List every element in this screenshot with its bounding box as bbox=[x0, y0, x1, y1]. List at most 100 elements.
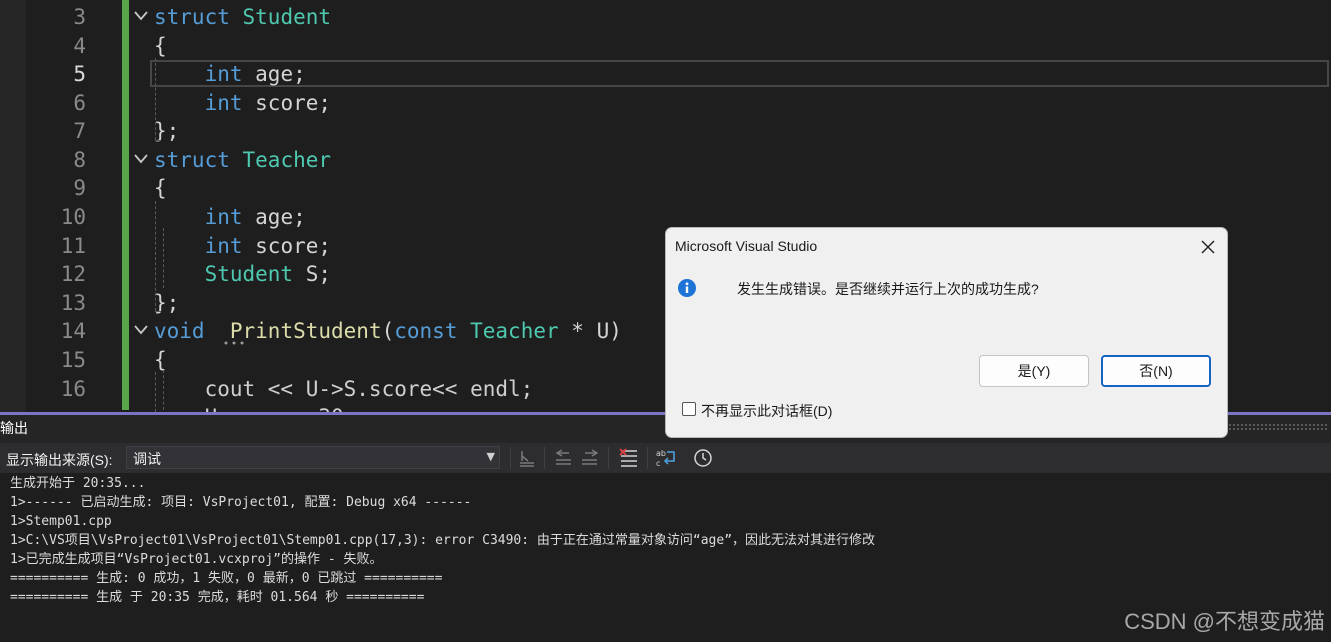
line-number: 16 bbox=[60, 377, 86, 401]
code-line: int age; bbox=[154, 203, 306, 231]
code-token: { bbox=[154, 176, 167, 200]
code-line: Student S; bbox=[154, 260, 331, 288]
dropdown-arrow-icon: ▼ bbox=[486, 450, 495, 463]
no-button[interactable]: 否(N) bbox=[1101, 355, 1211, 387]
code-token: int bbox=[204, 205, 243, 229]
code-line: int age; bbox=[154, 60, 306, 88]
code-token: void bbox=[154, 319, 205, 343]
line-number: 14 bbox=[60, 319, 86, 343]
scope-guide-end bbox=[155, 140, 161, 141]
scope-guide bbox=[155, 201, 156, 311]
clear-all-icon[interactable] bbox=[618, 447, 640, 469]
change-tracking-bar bbox=[122, 0, 129, 410]
svg-text:c: c bbox=[656, 459, 660, 468]
code-line: cout << U->S.score<< endl; bbox=[154, 375, 534, 403]
line-number: 13 bbox=[60, 291, 86, 315]
message-dialog: Microsoft Visual Studio 发生生成错误。是否继续并运行上次… bbox=[665, 227, 1228, 438]
code-line: int score; bbox=[154, 232, 331, 260]
dont-show-again-checkbox[interactable] bbox=[682, 402, 696, 416]
toolbar-separator bbox=[510, 447, 511, 469]
code-token: Student bbox=[204, 262, 294, 286]
output-source-label: 显示输出来源(S): bbox=[6, 452, 113, 468]
line-number: 5 bbox=[73, 62, 86, 86]
code-token: age; bbox=[242, 62, 306, 86]
code-line: { bbox=[154, 346, 167, 374]
scope-guide-inner bbox=[163, 228, 164, 288]
output-line: 1>C:\VS项目\VsProject01\VsProject01\Stemp0… bbox=[10, 533, 876, 548]
code-token: score; bbox=[242, 234, 332, 258]
line-number: 4 bbox=[73, 34, 86, 58]
output-source-value: 调试 bbox=[133, 451, 161, 467]
code-token: cout << U->S.score<< endl; bbox=[154, 377, 534, 401]
code-token: int bbox=[204, 62, 243, 86]
next-message-icon[interactable] bbox=[579, 447, 601, 469]
line-number: 12 bbox=[60, 262, 86, 286]
toolbar-separator bbox=[544, 447, 545, 469]
output-text[interactable]: 生成开始于 20:35... 1>------ 已启动生成: 项目: VsProj… bbox=[10, 474, 875, 607]
code-line: { bbox=[154, 174, 167, 202]
collapse-chevron-icon[interactable] bbox=[132, 9, 150, 23]
collapse-chevron-icon[interactable] bbox=[132, 323, 150, 337]
scope-guide-end bbox=[155, 311, 161, 312]
code-token: struct bbox=[154, 5, 230, 29]
collapse-chevron-icon[interactable] bbox=[132, 152, 150, 166]
svg-text:ab: ab bbox=[656, 449, 666, 458]
code-token: { bbox=[154, 348, 167, 372]
line-number: 7 bbox=[73, 119, 86, 143]
line-number: 6 bbox=[73, 91, 86, 115]
code-token: int bbox=[204, 234, 243, 258]
dont-show-again-label[interactable]: 不再显示此对话框(D) bbox=[701, 401, 832, 421]
dialog-title: Microsoft Visual Studio bbox=[675, 238, 818, 254]
output-line: ========== 生成 于 20:35 完成，耗时 01.564 秒 ===… bbox=[10, 590, 425, 605]
line-number: 8 bbox=[73, 148, 86, 172]
code-line: int score; bbox=[154, 89, 331, 117]
editor-left-margin bbox=[0, 0, 26, 412]
code-token: { bbox=[154, 34, 167, 58]
line-number: 9 bbox=[73, 176, 86, 200]
line-number: 15 bbox=[60, 348, 86, 372]
line-number: 3 bbox=[73, 5, 86, 29]
close-icon[interactable] bbox=[1195, 234, 1221, 260]
code-token: int bbox=[204, 91, 243, 115]
dialog-message: 发生生成错误。是否继续并运行上次的成功生成? bbox=[737, 281, 1039, 297]
find-message-icon[interactable] bbox=[516, 447, 538, 469]
info-icon bbox=[678, 279, 696, 297]
code-line: struct Student bbox=[154, 3, 331, 31]
panel-drag-grip[interactable] bbox=[1228, 423, 1328, 431]
output-line: 1>------ 已启动生成: 项目: VsProject01, 配置: Deb… bbox=[10, 495, 472, 510]
output-line: 1>已完成生成项目“VsProject01.vcxproj”的操作 - 失败。 bbox=[10, 552, 383, 567]
scope-guide bbox=[155, 372, 156, 412]
current-line-highlight bbox=[150, 60, 1329, 87]
yes-button[interactable]: 是(Y) bbox=[979, 355, 1089, 387]
code-token: Student bbox=[242, 5, 332, 29]
timestamp-clock-icon[interactable] bbox=[692, 447, 714, 469]
code-token: * U) bbox=[558, 319, 622, 343]
toolbar-separator bbox=[608, 447, 609, 469]
code-line: }; bbox=[154, 289, 179, 317]
line-number: 11 bbox=[60, 234, 86, 258]
output-panel-title: 输出 bbox=[0, 420, 28, 436]
output-line: 生成开始于 20:35... bbox=[10, 476, 146, 491]
code-token: ( bbox=[381, 319, 395, 343]
code-token: Teacher bbox=[242, 148, 332, 172]
code-line: { bbox=[154, 32, 167, 60]
code-token: score; bbox=[242, 91, 332, 115]
code-line: U->age = 30; bbox=[154, 403, 357, 412]
word-wrap-icon[interactable]: ab c bbox=[655, 447, 677, 469]
output-source-select[interactable]: 调试 ▼ bbox=[126, 446, 500, 469]
scope-guide bbox=[155, 58, 156, 140]
output-line: ========== 生成: 0 成功，1 失败，0 最新，0 已跳过 ====… bbox=[10, 571, 443, 586]
prev-message-icon[interactable] bbox=[553, 447, 575, 469]
line-number: 10 bbox=[60, 205, 86, 229]
watermark: CSDN @不想变成猫 bbox=[1124, 609, 1325, 634]
output-line: 1>Stemp01.cpp bbox=[10, 514, 112, 529]
toolbar-separator bbox=[647, 447, 648, 469]
quick-action-dots-icon[interactable] bbox=[223, 340, 245, 346]
